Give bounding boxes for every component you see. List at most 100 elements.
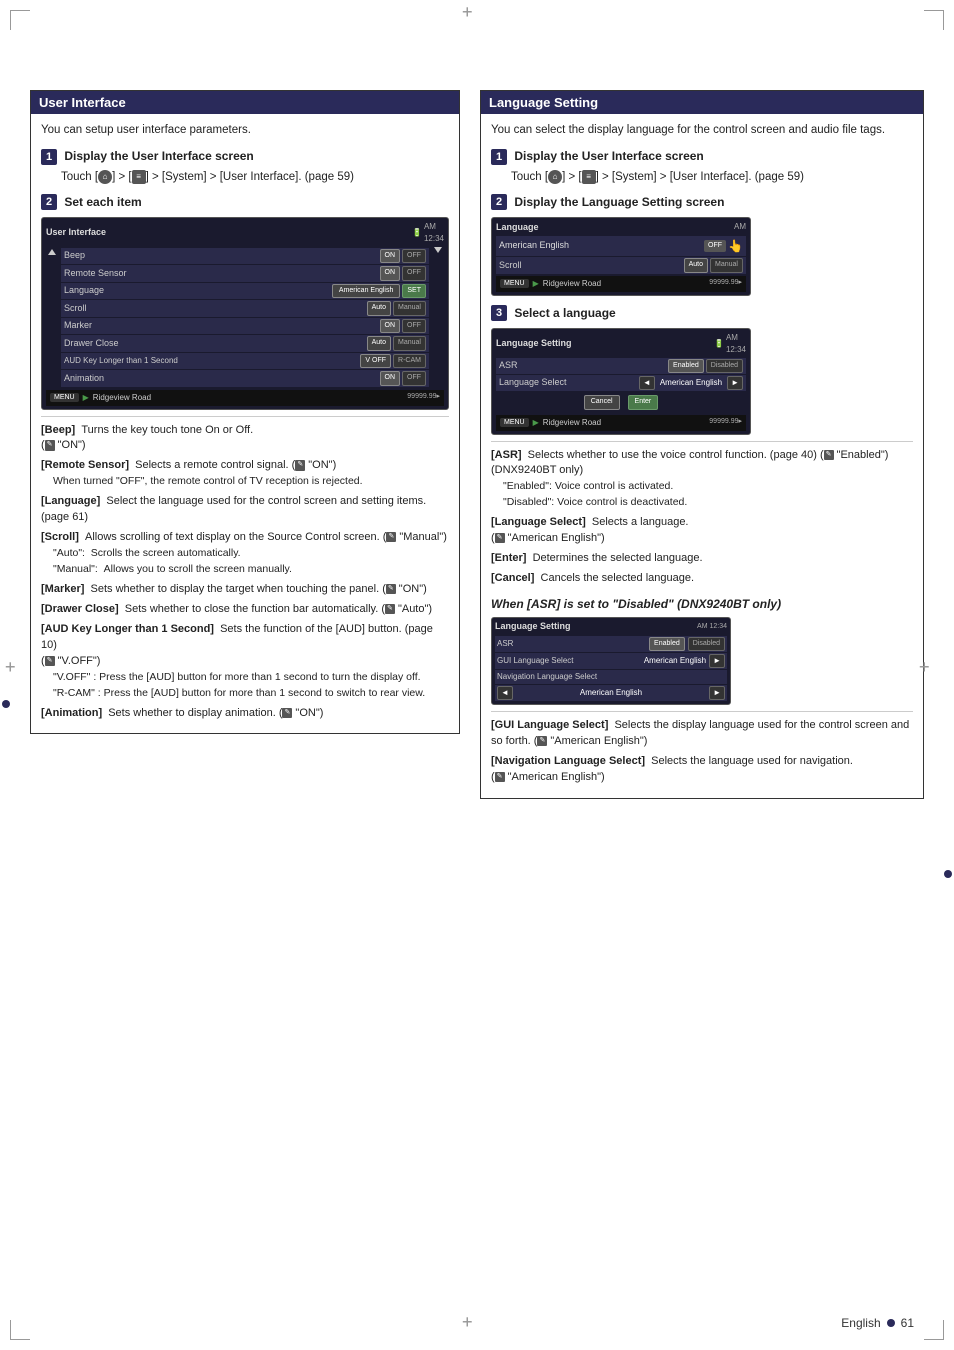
btn-lang-right[interactable]: ► bbox=[727, 376, 743, 390]
step3-marker-right: 3 bbox=[491, 305, 507, 321]
step1-touch-left: Touch [⌂] > [≡] > [System] > [User Inter… bbox=[61, 169, 449, 186]
device-battery-left: 🔋 bbox=[412, 227, 422, 239]
nav-lang-right-arrow[interactable]: ► bbox=[709, 686, 725, 700]
left-column: User Interface You can setup user interf… bbox=[30, 90, 460, 813]
step2-auto-btn[interactable]: Auto bbox=[684, 258, 708, 273]
device-screen-left: User Interface 🔋 AM12:34 bbox=[41, 217, 449, 410]
device-menu-btn-left[interactable]: MENU bbox=[50, 393, 79, 402]
desc-remote-sensor: [Remote Sensor] Selects a remote control… bbox=[41, 458, 449, 490]
step2-menu-btn[interactable]: MENU bbox=[500, 279, 529, 288]
btn-off-remote[interactable]: OFF bbox=[402, 266, 426, 281]
step3-action-row: Cancel Enter bbox=[496, 392, 746, 413]
btn-off-marker[interactable]: OFF bbox=[402, 319, 426, 334]
desc-aud-key: [AUD Key Longer than 1 Second] Sets the … bbox=[41, 622, 449, 702]
btn-voff-aud[interactable]: V OFF bbox=[360, 354, 391, 369]
trim-mark-tr bbox=[924, 10, 944, 30]
device-row-remote: Remote Sensor ON OFF bbox=[61, 265, 429, 282]
btn-off-beep[interactable]: OFF bbox=[402, 249, 426, 264]
device-screen-step2: Language AM American English OFF 👆 bbox=[491, 217, 751, 296]
nav-icon-left: ▶ bbox=[83, 392, 89, 404]
desc-animation: [Animation] Sets whether to display anim… bbox=[41, 706, 449, 722]
step3-mileage: 99999.99▸ bbox=[709, 417, 742, 428]
user-interface-section: User Interface You can setup user interf… bbox=[30, 90, 460, 734]
divider-right bbox=[491, 441, 913, 442]
desc-language: [Language] Select the language used for … bbox=[41, 494, 449, 526]
gui-lang-row: GUI Language Select American English ► bbox=[495, 653, 727, 669]
trim-mark-tl bbox=[10, 10, 30, 30]
desc-drawer-close: [Drawer Close] Sets whether to close the… bbox=[41, 602, 449, 618]
step2-row-lang: American English OFF 👆 bbox=[496, 236, 746, 256]
btn-manual-drawer[interactable]: Manual bbox=[393, 336, 426, 351]
side-bullet-right bbox=[944, 870, 952, 878]
btn-on-beep[interactable]: ON bbox=[380, 249, 401, 264]
btn-enter[interactable]: Enter bbox=[628, 395, 659, 410]
desc-lang-select: [Language Select] Selects a language. (✎… bbox=[491, 515, 913, 547]
btn-manual-scroll[interactable]: Manual bbox=[393, 301, 426, 316]
page-footer: English 61 bbox=[841, 1316, 914, 1330]
step1-marker-right: 1 bbox=[491, 149, 507, 165]
user-interface-intro: You can setup user interface parameters. bbox=[41, 122, 449, 139]
step3-nav-bar: MENU ▶ Ridgeview Road 99999.99▸ bbox=[496, 415, 746, 431]
user-interface-header: User Interface bbox=[31, 91, 459, 114]
step2-address: Ridgeview Road bbox=[543, 278, 710, 290]
crosshair-right: + bbox=[924, 665, 944, 685]
gui-lang-value: American English bbox=[641, 655, 709, 667]
device-screen-header-left: User Interface 🔋 AM12:34 bbox=[46, 221, 444, 245]
device-row-language: Language American English SET bbox=[61, 283, 429, 300]
language-setting-title: Language Setting bbox=[489, 95, 598, 110]
lang-select-value: American English bbox=[657, 377, 725, 389]
nav-lang-left-arrow[interactable]: ◄ bbox=[497, 686, 513, 700]
step2-title-right: 2 Display the Language Setting screen bbox=[491, 193, 913, 211]
step2-marker-right: 2 bbox=[491, 194, 507, 210]
btn-asr-disabled[interactable]: Disabled bbox=[706, 359, 743, 374]
crosshair-bottom: + bbox=[467, 1320, 487, 1340]
btn-cancel[interactable]: Cancel bbox=[584, 395, 620, 410]
page-language: English bbox=[841, 1316, 880, 1330]
step1-title-left: 1 Display the User Interface screen bbox=[41, 147, 449, 165]
step3-menu-btn[interactable]: MENU bbox=[500, 418, 529, 427]
desc-beep: [Beep] Turns the key touch tone On or Of… bbox=[41, 423, 449, 455]
device-title-left: User Interface bbox=[46, 226, 106, 240]
btn-lang-value[interactable]: American English bbox=[332, 284, 400, 299]
asr-disabled-btn-small[interactable]: Disabled bbox=[688, 637, 725, 652]
step3-screen-header: Language Setting 🔋 AM12:34 bbox=[496, 332, 746, 356]
btn-on-remote[interactable]: ON bbox=[380, 266, 401, 281]
trim-mark-bl bbox=[10, 1320, 30, 1340]
step1-marker-left: 1 bbox=[41, 149, 57, 165]
step2-off-btn[interactable]: OFF bbox=[704, 240, 726, 253]
step2-nav-icon: ▶ bbox=[533, 278, 539, 290]
desc-marker: [Marker] Sets whether to display the tar… bbox=[41, 582, 449, 598]
btn-on-animation[interactable]: ON bbox=[380, 371, 401, 386]
nav-lang-value: American English bbox=[513, 687, 709, 699]
step2-screen-header: Language AM bbox=[496, 221, 746, 235]
step2-manual-btn[interactable]: Manual bbox=[710, 258, 743, 273]
scroll-down-area bbox=[432, 247, 444, 255]
btn-rcam-aud[interactable]: R-CAM bbox=[393, 354, 426, 369]
btn-on-marker[interactable]: ON bbox=[380, 319, 401, 334]
asr-screen-header: Language Setting AM 12:34 bbox=[495, 620, 727, 634]
device-row-marker: Marker ON OFF bbox=[61, 318, 429, 335]
when-asr-disabled-title: When [ASR] is set to "Disabled" (DNX9240… bbox=[491, 595, 913, 613]
footer-dot bbox=[887, 1319, 895, 1327]
device-screen-step3: Language Setting 🔋 AM12:34 ASR Enabled bbox=[491, 328, 751, 435]
btn-auto-scroll[interactable]: Auto bbox=[367, 301, 391, 316]
menu-icon: ≡ bbox=[132, 170, 146, 184]
user-interface-body: You can setup user interface parameters.… bbox=[31, 114, 459, 733]
btn-lang-left[interactable]: ◄ bbox=[639, 376, 655, 390]
device-row-animation: Animation ON OFF bbox=[61, 370, 429, 387]
gui-lang-arrow[interactable]: ► bbox=[709, 654, 725, 668]
asr-enabled-btn-small[interactable]: Enabled bbox=[649, 637, 685, 652]
btn-asr-enabled[interactable]: Enabled bbox=[668, 359, 704, 374]
step1-touch-right: Touch [⌂] > [≡] > [System] > [User Inter… bbox=[511, 169, 913, 186]
step3-address: Ridgeview Road bbox=[543, 417, 710, 429]
btn-auto-drawer[interactable]: Auto bbox=[367, 336, 391, 351]
right-column: Language Setting You can select the disp… bbox=[480, 90, 924, 813]
note-icon-nav: ✎ bbox=[495, 772, 505, 782]
touch-hand-icon: 👆 bbox=[728, 237, 743, 255]
note-icon-remote: ✎ bbox=[295, 460, 305, 470]
btn-off-animation[interactable]: OFF bbox=[402, 371, 426, 386]
desc-gui-lang-select: [GUI Language Select] Selects the displa… bbox=[491, 718, 913, 750]
step1-title-right: 1 Display the User Interface screen bbox=[491, 147, 913, 165]
language-setting-intro: You can select the display language for … bbox=[491, 122, 913, 139]
btn-set-lang[interactable]: SET bbox=[402, 284, 426, 299]
